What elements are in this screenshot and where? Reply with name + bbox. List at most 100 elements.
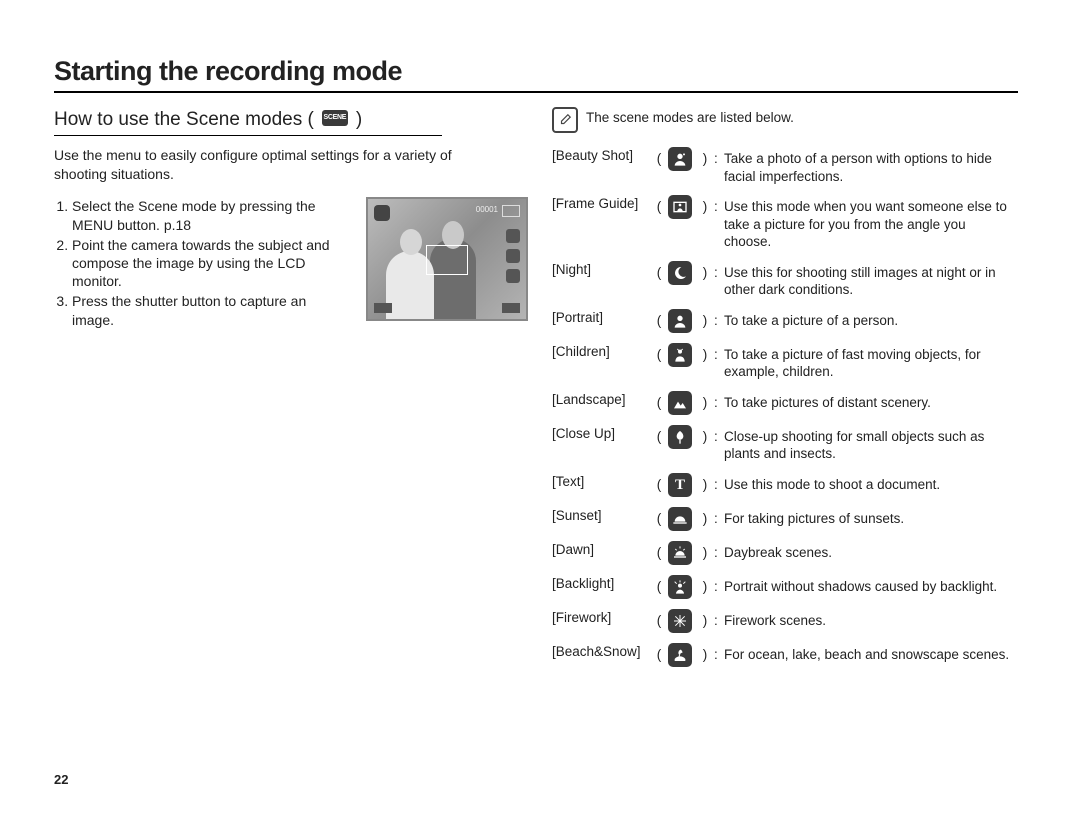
children-icon [668,343,692,367]
subheading-suffix: ) [356,107,362,133]
beauty-icon [668,147,692,171]
right-column: The scene modes are listed below. [Beaut… [552,107,1018,667]
open-paren: ( [652,473,666,494]
steps-list: Select the Scene mode by pressing the ME… [54,197,352,330]
colon: : [714,343,722,364]
scene-description: Portrait without shadows caused by backl… [724,575,1014,596]
scene-name: [Text] [552,473,650,491]
colon: : [714,425,722,446]
step-2: Point the camera towards the subject and… [72,236,352,291]
page-title: Starting the recording mode [54,56,1018,87]
open-paren: ( [652,541,666,562]
scene-description: Take a photo of a person with options to… [724,147,1014,185]
scene-name: [Landscape] [552,391,650,409]
close-paren: ) [698,261,712,282]
beach-icon [668,643,692,667]
open-paren: ( [652,391,666,412]
scene-name: [Children] [552,343,650,361]
colon: : [714,575,722,596]
open-paren: ( [652,609,666,630]
close-paren: ) [698,575,712,596]
close-paren: ) [698,425,712,446]
colon: : [714,507,722,528]
scene-description: To take a picture of fast moving objects… [724,343,1014,381]
scene-description: To take a picture of a person. [724,309,1014,330]
note-icon [552,107,578,133]
scene-name: [Portrait] [552,309,650,327]
open-paren: ( [652,343,666,364]
page-number: 22 [54,772,68,787]
scene-mode-icon: SCENE [322,110,348,126]
open-paren: ( [652,425,666,446]
lcd-side-icons [506,229,520,283]
open-paren: ( [652,261,666,282]
scene-modes-table: [Beauty Shot]():Take a photo of a person… [552,147,1018,667]
colon: : [714,609,722,630]
note-text: The scene modes are listed below. [586,107,794,127]
left-column: How to use the Scene modes ( SCENE ) Use… [54,107,528,667]
close-paren: ) [698,473,712,494]
text-icon: T [668,473,692,497]
colon: : [714,261,722,282]
scene-name: [Dawn] [552,541,650,559]
open-paren: ( [652,195,666,216]
lcd-side-icon [506,229,520,243]
colon: : [714,195,722,216]
lcd-mode-icon [374,205,390,221]
scene-description: Daybreak scenes. [724,541,1014,562]
open-paren: ( [652,575,666,596]
scene-description: Use this for shooting still images at ni… [724,261,1014,299]
scene-description: To take pictures of distant scenery. [724,391,1014,412]
colon: : [714,473,722,494]
scene-name: [Backlight] [552,575,650,593]
title-divider [54,91,1018,93]
close-paren: ) [698,541,712,562]
open-paren: ( [652,309,666,330]
dawn-icon [668,541,692,565]
colon: : [714,541,722,562]
steps-and-lcd: Select the Scene mode by pressing the ME… [54,197,528,330]
close-paren: ) [698,309,712,330]
lcd-preview-image: 00001 [366,197,528,321]
scene-description: For ocean, lake, beach and snowscape sce… [724,643,1014,664]
close-paren: ) [698,609,712,630]
subheading-prefix: How to use the Scene modes ( [54,107,314,133]
step-1: Select the Scene mode by pressing the ME… [72,197,352,233]
firework-icon [668,609,692,633]
close-paren: ) [698,507,712,528]
open-paren: ( [652,507,666,528]
intro-text: Use the menu to easily configure optimal… [54,146,494,184]
subheading-row: How to use the Scene modes ( SCENE ) [54,107,528,133]
scene-name: [Sunset] [552,507,650,525]
scene-name: [Beach&Snow] [552,643,650,661]
scene-description: Close-up shooting for small objects such… [724,425,1014,463]
lcd-bottom-right-icon [502,303,520,313]
scene-description: For taking pictures of sunsets. [724,507,1014,528]
colon: : [714,147,722,168]
close-paren: ) [698,643,712,664]
scene-name: [Night] [552,261,650,279]
lcd-side-icon [506,269,520,283]
closeup-icon [668,425,692,449]
close-paren: ) [698,343,712,364]
manual-page: Starting the recording mode How to use t… [0,0,1080,815]
backlight-icon [668,575,692,599]
scene-description: Use this mode to shoot a document. [724,473,1014,494]
colon: : [714,309,722,330]
landscape-icon [668,391,692,415]
lcd-counter: 00001 [476,205,498,216]
scene-description: Firework scenes. [724,609,1014,630]
close-paren: ) [698,195,712,216]
colon: : [714,391,722,412]
colon: : [714,643,722,664]
sunset-icon [668,507,692,531]
lcd-focus-frame [426,245,468,275]
open-paren: ( [652,147,666,168]
subheading-divider [54,135,442,136]
scene-name: [Close Up] [552,425,650,443]
lcd-side-icon [506,249,520,263]
note-row: The scene modes are listed below. [552,107,1018,133]
lcd-face-1 [400,229,422,255]
scene-name: [Frame Guide] [552,195,650,213]
step-3: Press the shutter button to capture an i… [72,292,352,328]
